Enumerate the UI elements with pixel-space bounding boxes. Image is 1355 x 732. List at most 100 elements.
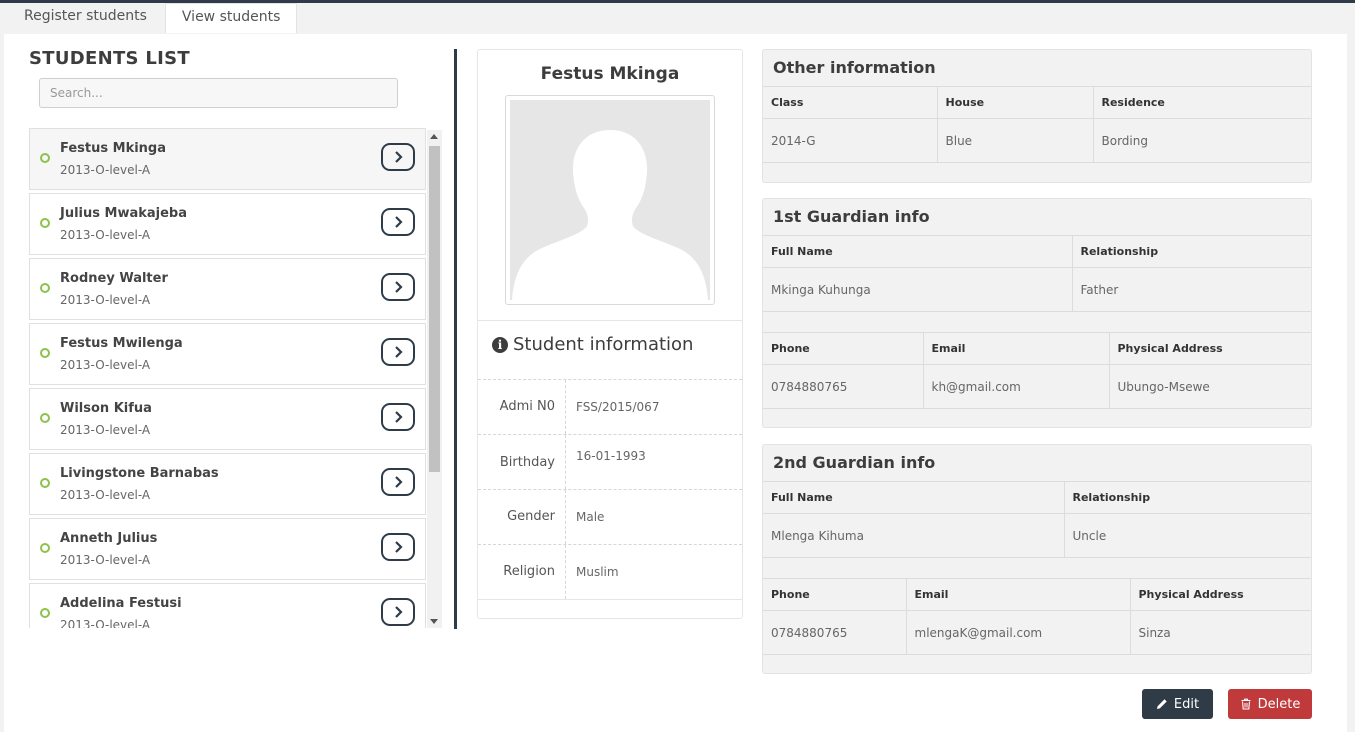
student-class: 2013-O-level-A [60, 228, 151, 242]
student-information-heading: i Student information [492, 334, 693, 355]
guardian2-table-name: Full Name Relationship Mlenga Kihuma Unc… [763, 481, 1311, 558]
delete-button[interactable]: Delete [1228, 689, 1312, 719]
student-name: Rodney Walter [60, 271, 168, 286]
table-cell: Mlenga Kihuma [763, 513, 1065, 558]
student-class: 2013-O-level-A [60, 423, 151, 437]
status-dot-icon [40, 608, 50, 618]
table-cell: Sinza [1130, 610, 1311, 655]
chevron-right-icon[interactable] [381, 143, 415, 171]
students-list: Festus Mkinga 2013-O-level-A Julius Mwak… [29, 128, 444, 628]
student-item[interactable]: Festus Mwilenga 2013-O-level-A [29, 323, 426, 385]
chevron-right-icon[interactable] [381, 533, 415, 561]
chevron-right-icon[interactable] [381, 208, 415, 236]
info-row-religion: Religion Muslim [478, 544, 742, 599]
column-header: Full Name [763, 481, 1065, 514]
chevron-right-icon[interactable] [381, 403, 415, 431]
students-list-title: STUDENTS LIST [29, 48, 190, 69]
chevron-right-icon[interactable] [381, 338, 415, 366]
list-scrollbar[interactable] [427, 130, 442, 628]
field-label: Gender [478, 490, 566, 544]
status-dot-icon [40, 543, 50, 553]
student-name: Addelina Festusi [60, 596, 182, 611]
table-cell: Uncle [1064, 513, 1311, 558]
column-header: Physical Address [1109, 332, 1311, 365]
student-information-section: i Student information Admi N0 FSS/2015/0… [478, 320, 742, 600]
student-name: Anneth Julius [60, 531, 158, 546]
table-cell: Father [1072, 267, 1311, 312]
info-circle-icon: i [492, 336, 508, 353]
student-profile-card: Festus Mkinga i Student information Admi… [477, 49, 743, 619]
student-item[interactable]: Julius Mwakajeba 2013-O-level-A [29, 193, 426, 255]
info-row-admission: Admi N0 FSS/2015/067 [478, 379, 742, 434]
main-content: STUDENTS LIST Festus Mkinga 2013-O-level… [4, 34, 1347, 732]
field-label: Religion [478, 545, 566, 599]
guardian1-title: 1st Guardian info [773, 207, 930, 226]
field-value: Muslim [576, 565, 619, 579]
status-dot-icon [40, 348, 50, 358]
student-name: Wilson Kifua [60, 401, 152, 416]
table-cell: mlengaK@gmail.com [906, 610, 1131, 655]
column-header: Relationship [1064, 481, 1311, 514]
student-item[interactable]: Wilson Kifua 2013-O-level-A [29, 388, 426, 450]
table-cell: 0784880765 [763, 364, 924, 409]
info-title: Student information [513, 334, 694, 355]
column-header: Full Name [763, 235, 1073, 268]
table-cell: 0784880765 [763, 610, 907, 655]
scrollbar-thumb[interactable] [429, 146, 440, 472]
column-header: Class [763, 86, 938, 119]
student-class: 2013-O-level-A [60, 163, 151, 177]
student-class: 2013-O-level-A [60, 358, 151, 372]
profile-photo [505, 95, 715, 305]
student-item[interactable]: Anneth Julius 2013-O-level-A [29, 518, 426, 580]
chevron-right-icon[interactable] [381, 468, 415, 496]
chevron-right-icon[interactable] [381, 598, 415, 626]
tab-register-students[interactable]: Register students [0, 3, 165, 33]
column-header: Residence [1093, 86, 1311, 119]
guardian1-panel: 1st Guardian info Full Name Relationship… [762, 198, 1312, 428]
tab-bar: Register students View students [0, 3, 298, 33]
column-header: House [937, 86, 1094, 119]
scroll-up-arrow-icon[interactable] [430, 134, 438, 139]
profile-name: Festus Mkinga [540, 64, 680, 84]
other-information-panel: Other information Class House Residence … [762, 49, 1312, 183]
edit-label: Edit [1173, 696, 1200, 712]
field-value: FSS/2015/067 [576, 400, 660, 414]
status-dot-icon [40, 478, 50, 488]
table-cell: Blue [937, 118, 1094, 163]
student-item[interactable]: Rodney Walter 2013-O-level-A [29, 258, 426, 320]
search-input[interactable] [39, 78, 398, 108]
status-dot-icon [40, 283, 50, 293]
status-dot-icon [40, 153, 50, 163]
guardian2-table-contact: Phone Email Physical Address 0784880765 … [763, 578, 1311, 655]
guardian1-table-name: Full Name Relationship Mkinga Kuhunga Fa… [763, 235, 1311, 312]
delete-label: Delete [1257, 696, 1301, 712]
field-label: Admi N0 [478, 380, 566, 434]
column-divider [454, 49, 457, 629]
field-value: Male [576, 510, 605, 524]
chevron-right-icon[interactable] [381, 273, 415, 301]
student-name: Livingstone Barnabas [60, 466, 219, 481]
column-header: Email [923, 332, 1110, 365]
student-item[interactable]: Addelina Festusi 2013-O-level-A [29, 583, 426, 628]
other-information-table: Class House Residence 2014-G Blue Bordin… [763, 86, 1311, 163]
field-value: 16-01-1993 [576, 449, 646, 463]
column-header: Phone [763, 332, 924, 365]
student-item[interactable]: Livingstone Barnabas 2013-O-level-A [29, 453, 426, 515]
student-class: 2013-O-level-A [60, 553, 151, 567]
edit-button[interactable]: Edit [1142, 689, 1213, 719]
table-cell: kh@gmail.com [923, 364, 1110, 409]
student-item[interactable]: Festus Mkinga 2013-O-level-A [29, 128, 426, 190]
column-header: Email [906, 578, 1131, 611]
student-name: Festus Mwilenga [60, 336, 183, 351]
column-header: Physical Address [1130, 578, 1311, 611]
student-class: 2013-O-level-A [60, 618, 151, 628]
guardian1-table-contact: Phone Email Physical Address 0784880765 … [763, 332, 1311, 409]
scroll-down-arrow-icon[interactable] [430, 619, 438, 624]
student-class: 2013-O-level-A [60, 293, 151, 307]
column-header: Phone [763, 578, 907, 611]
student-name: Festus Mkinga [60, 141, 167, 156]
tab-view-students[interactable]: View students [164, 3, 298, 33]
student-class: 2013-O-level-A [60, 488, 151, 502]
student-name: Julius Mwakajeba [60, 206, 188, 221]
table-cell: Mkinga Kuhunga [763, 267, 1073, 312]
